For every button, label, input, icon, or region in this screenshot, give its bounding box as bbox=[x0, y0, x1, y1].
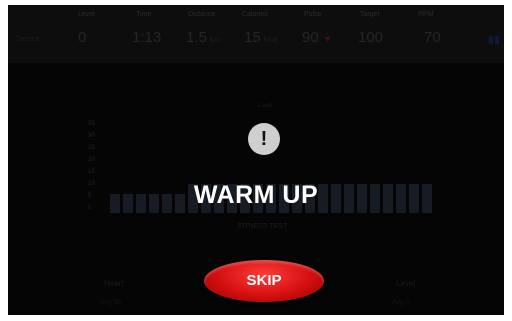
target-value: 100 bbox=[358, 29, 384, 46]
chart-label: FITNESS TEST bbox=[238, 223, 288, 230]
ytick: 20 bbox=[88, 157, 95, 163]
target-header: Target bbox=[360, 11, 380, 18]
ytick: 35 bbox=[88, 121, 95, 127]
stats-bar: Session Level 0 Time 1:13 Distance 1.5 km… bbox=[8, 5, 504, 63]
level-value: 0 bbox=[78, 29, 87, 46]
bottom-left-label: Heart bbox=[104, 279, 124, 288]
rpm-header: RPM bbox=[418, 11, 434, 18]
time-value: 1:13 bbox=[132, 29, 162, 46]
bottom-left-sub: Avg 90 bbox=[100, 299, 122, 306]
bottom-right-label: Level bbox=[396, 279, 416, 288]
menu-icon[interactable]: ▮▮ bbox=[488, 33, 500, 46]
chart-top-label: Level bbox=[258, 103, 273, 109]
stats-row-label: Session bbox=[16, 36, 41, 43]
alert-icon: ! bbox=[248, 123, 280, 155]
calories-header: Calories bbox=[242, 11, 268, 18]
pulse-header: Pulse bbox=[304, 11, 322, 18]
distance-header: Distance bbox=[188, 11, 216, 18]
ytick: 15 bbox=[88, 169, 95, 175]
bottom-right-sub: Avg 0 bbox=[392, 299, 410, 306]
level-header: Level bbox=[78, 11, 95, 18]
time-header: Time bbox=[136, 11, 152, 18]
ytick: 25 bbox=[88, 145, 95, 151]
calories-unit: kcal bbox=[263, 35, 278, 44]
rpm-value: 70 bbox=[424, 29, 441, 46]
workout-screen: Session Level 0 Time 1:13 Distance 1.5 km… bbox=[8, 5, 504, 315]
distance-value: 1.5 km bbox=[186, 29, 221, 46]
ytick: 30 bbox=[88, 133, 95, 139]
distance-unit: km bbox=[209, 35, 221, 44]
warm-up-title: WARM UP bbox=[193, 181, 319, 209]
skip-button[interactable]: SKIP bbox=[204, 260, 324, 302]
heart-icon: ♥ bbox=[324, 34, 331, 45]
calories-value: 15 kcal bbox=[244, 29, 278, 46]
pulse-value: 90 ♥ bbox=[302, 29, 331, 46]
